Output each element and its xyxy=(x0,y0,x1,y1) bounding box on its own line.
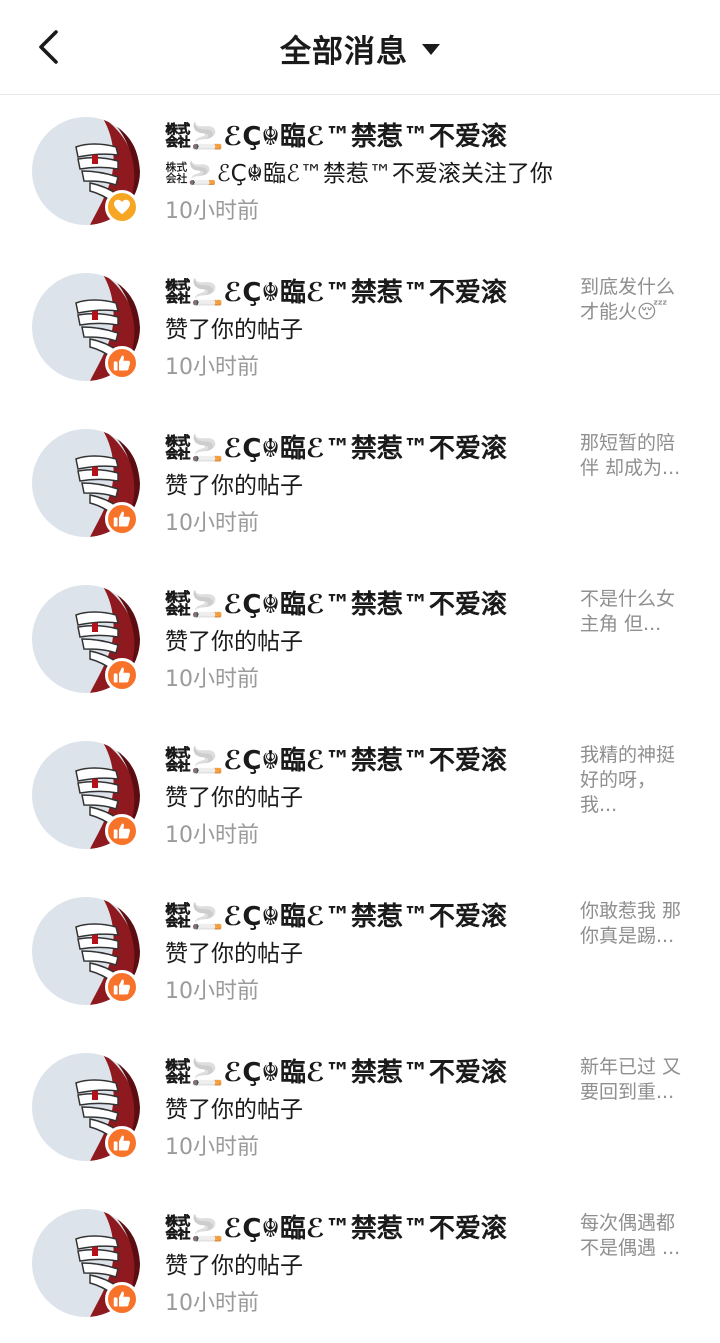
avatar-container[interactable] xyxy=(32,429,140,537)
username[interactable]: ㍿🚬ℰÇ☬臨ℰ™禁惹™不爱滚 xyxy=(165,1208,507,1245)
timestamp: 10小时前 xyxy=(165,979,259,1004)
action-text: ㍿🚬ℰÇ☬臨ℰ™禁惹™不爱滚关注了你 xyxy=(165,161,553,187)
follow-badge xyxy=(105,190,139,224)
username[interactable]: ㍿🚬ℰÇ☬臨ℰ™禁惹™不爱滚 xyxy=(165,896,507,933)
username[interactable]: ㍿🚬ℰÇ☬臨ℰ™禁惹™不爱滚 xyxy=(165,116,507,153)
action-text: 赞了你的帖子 xyxy=(165,941,303,967)
message-filter-dropdown[interactable]: 全部消息 xyxy=(0,26,720,70)
username[interactable]: ㍿🚬ℰÇ☬臨ℰ™禁惹™不爱滚 xyxy=(165,740,507,777)
avatar-container[interactable] xyxy=(32,1209,140,1317)
thumbs-up-icon xyxy=(113,511,131,527)
notification-item[interactable]: ㍿🚬ℰÇ☬臨ℰ™禁惹™不爱滚 赞了你的帖子 10小时前 新年已过 又要回到重..… xyxy=(0,1031,720,1187)
page-title: 全部消息 xyxy=(280,33,408,70)
action-text: 赞了你的帖子 xyxy=(165,473,303,499)
timestamp: 10小时前 xyxy=(165,511,259,536)
notification-item[interactable]: ㍿🚬ℰÇ☬臨ℰ™禁惹™不爱滚 赞了你的帖子 10小时前 到底发什么才能火😴 xyxy=(0,251,720,407)
notification-list: ㍿🚬ℰÇ☬臨ℰ™禁惹™不爱滚 ㍿🚬ℰÇ☬臨ℰ™禁惹™不爱滚关注了你 10小时前 … xyxy=(0,95,720,1343)
post-preview[interactable]: 到底发什么才能火😴 xyxy=(580,275,692,325)
like-badge xyxy=(105,1126,139,1160)
avatar-container[interactable] xyxy=(32,117,140,225)
thumbs-up-icon xyxy=(113,667,131,683)
thumbs-up-icon xyxy=(113,1291,131,1307)
action-text: 赞了你的帖子 xyxy=(165,629,303,655)
avatar-container[interactable] xyxy=(32,1053,140,1161)
like-badge xyxy=(105,346,139,380)
timestamp: 10小时前 xyxy=(165,823,259,848)
timestamp: 10小时前 xyxy=(165,1135,259,1160)
timestamp: 10小时前 xyxy=(165,1291,259,1316)
thumbs-up-icon xyxy=(113,979,131,995)
post-preview[interactable]: 不是什么女主角 但... xyxy=(580,587,692,637)
username[interactable]: ㍿🚬ℰÇ☬臨ℰ™禁惹™不爱滚 xyxy=(165,584,507,621)
notification-item[interactable]: ㍿🚬ℰÇ☬臨ℰ™禁惹™不爱滚 ㍿🚬ℰÇ☬臨ℰ™禁惹™不爱滚关注了你 10小时前 xyxy=(0,95,720,251)
action-text: 赞了你的帖子 xyxy=(165,785,303,811)
thumbs-up-icon xyxy=(113,1135,131,1151)
post-preview[interactable]: 新年已过 又要回到重... xyxy=(580,1055,692,1105)
notification-item[interactable]: ㍿🚬ℰÇ☬臨ℰ™禁惹™不爱滚 赞了你的帖子 10小时前 每次偶遇都不是偶遇 ..… xyxy=(0,1187,720,1343)
timestamp: 10小时前 xyxy=(165,667,259,692)
thumbs-up-icon xyxy=(113,355,131,371)
notification-item[interactable]: ㍿🚬ℰÇ☬臨ℰ™禁惹™不爱滚 赞了你的帖子 10小时前 那短暂的陪伴 却成为..… xyxy=(0,407,720,563)
notification-item[interactable]: ㍿🚬ℰÇ☬臨ℰ™禁惹™不爱滚 赞了你的帖子 10小时前 你敢惹我 那你真是踢..… xyxy=(0,875,720,1031)
timestamp: 10小时前 xyxy=(165,199,259,224)
post-preview[interactable]: 那短暂的陪伴 却成为... xyxy=(580,431,692,481)
avatar-container[interactable] xyxy=(32,897,140,1005)
avatar-container[interactable] xyxy=(32,741,140,849)
thumbs-up-icon xyxy=(113,823,131,839)
avatar-container[interactable] xyxy=(32,585,140,693)
like-badge xyxy=(105,970,139,1004)
top-bar: 全部消息 xyxy=(0,0,720,95)
post-preview[interactable]: 我精的神挺好的呀，我... xyxy=(580,743,692,818)
username[interactable]: ㍿🚬ℰÇ☬臨ℰ™禁惹™不爱滚 xyxy=(165,428,507,465)
action-text: 赞了你的帖子 xyxy=(165,1097,303,1123)
notification-item[interactable]: ㍿🚬ℰÇ☬臨ℰ™禁惹™不爱滚 赞了你的帖子 10小时前 我精的神挺好的呀，我..… xyxy=(0,719,720,875)
avatar-container[interactable] xyxy=(32,273,140,381)
action-text: 赞了你的帖子 xyxy=(165,1253,303,1279)
post-preview[interactable]: 每次偶遇都不是偶遇 ... xyxy=(580,1211,692,1261)
timestamp: 10小时前 xyxy=(165,355,259,380)
like-badge xyxy=(105,658,139,692)
post-preview[interactable]: 你敢惹我 那你真是踢... xyxy=(580,899,692,949)
username[interactable]: ㍿🚬ℰÇ☬臨ℰ™禁惹™不爱滚 xyxy=(165,272,507,309)
like-badge xyxy=(105,502,139,536)
caret-down-icon xyxy=(422,44,440,55)
like-badge xyxy=(105,814,139,848)
action-text: 赞了你的帖子 xyxy=(165,317,303,343)
username[interactable]: ㍿🚬ℰÇ☬臨ℰ™禁惹™不爱滚 xyxy=(165,1052,507,1089)
heart-icon xyxy=(114,199,130,215)
notification-item[interactable]: ㍿🚬ℰÇ☬臨ℰ™禁惹™不爱滚 赞了你的帖子 10小时前 不是什么女主角 但... xyxy=(0,563,720,719)
